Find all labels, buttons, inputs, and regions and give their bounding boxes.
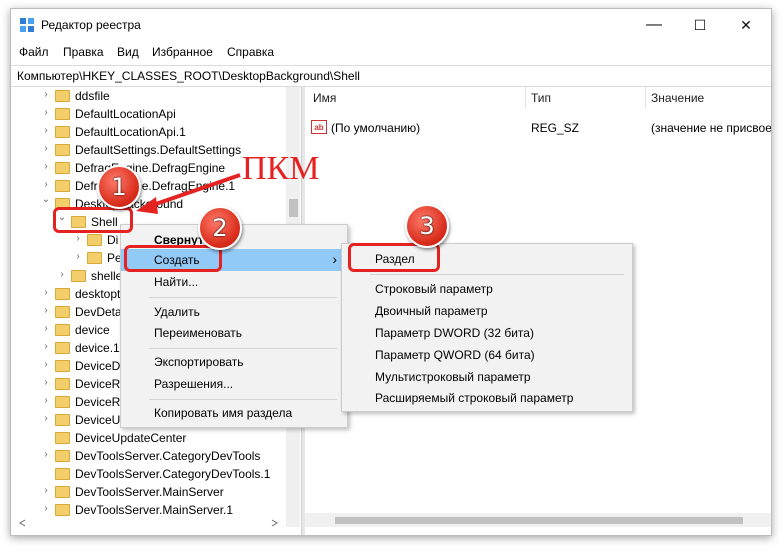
step-badge-1: 1 (97, 165, 141, 209)
annotation-arrow (136, 173, 241, 214)
arrow-head-icon (136, 197, 158, 214)
step-badge-3: 3 (405, 204, 449, 248)
step-badge-2: 2 (198, 206, 242, 250)
annotation-pkm: ПКМ (242, 150, 320, 187)
